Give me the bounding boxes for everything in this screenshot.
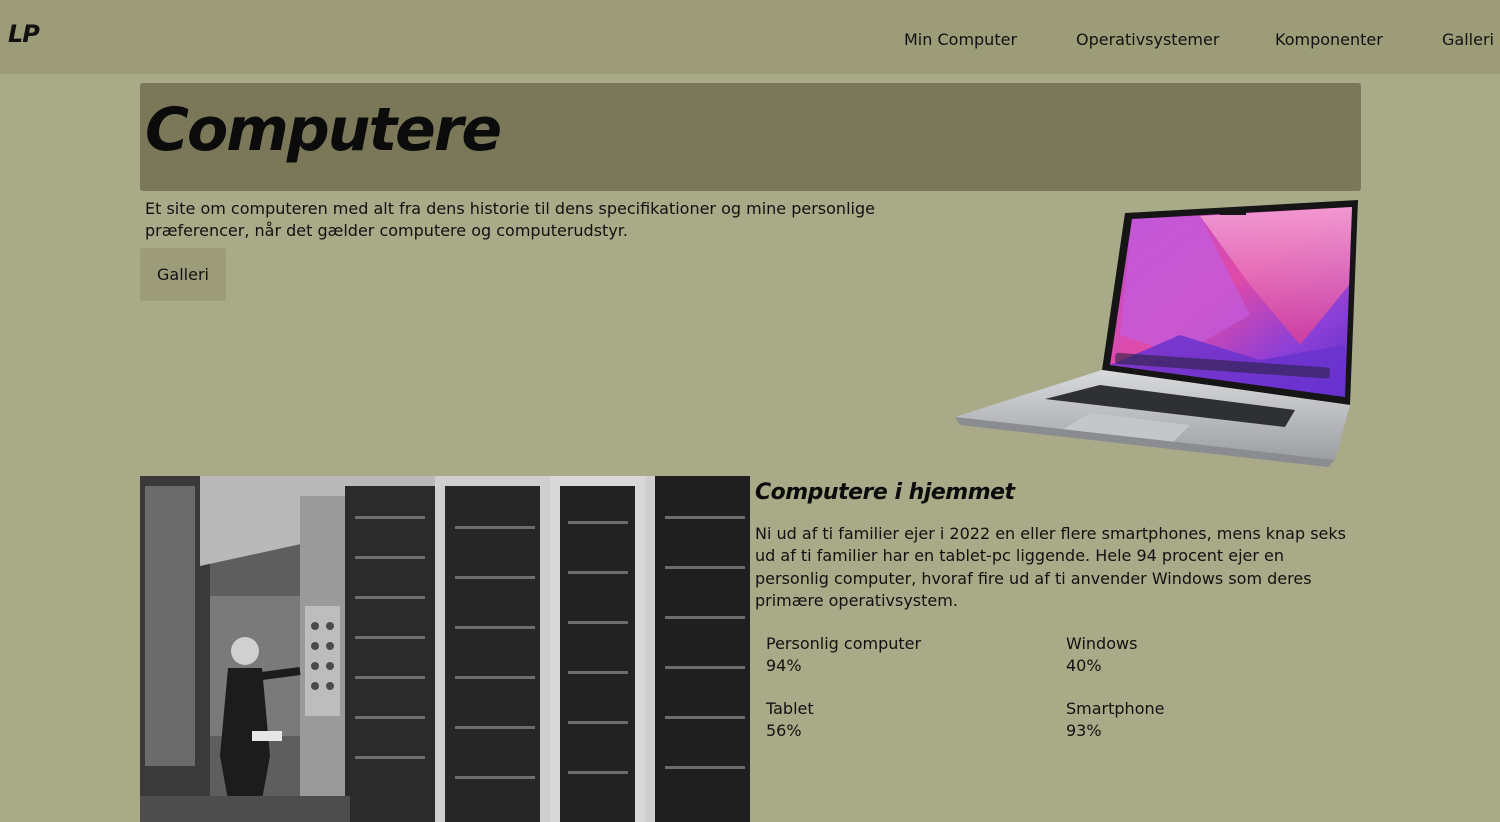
stat-personlig-computer: Personlig computer 94% [766, 633, 921, 677]
nav-link-operativsystemer[interactable]: Operativsystemer [1076, 30, 1219, 49]
stat-value: 94% [766, 656, 802, 675]
stat-value: 93% [1066, 721, 1102, 740]
intro-text: Et site om computeren med alt fra dens h… [145, 199, 875, 240]
gallery-button[interactable]: Galleri [140, 248, 226, 301]
site-logo[interactable]: LP [8, 20, 40, 48]
nav-link-komponenter[interactable]: Komponenter [1275, 30, 1383, 49]
nav-link-min-computer[interactable]: Min Computer [904, 30, 1017, 49]
stat-windows: Windows 40% [1066, 633, 1137, 677]
stat-label: Windows [1066, 634, 1138, 653]
stat-label: Personlig computer [766, 634, 922, 653]
laptop-image [955, 200, 1358, 467]
section-text: Ni ud af ti familier ejer i 2022 en elle… [755, 524, 1346, 610]
stat-label: Tablet [766, 699, 814, 718]
nav-link-galleri[interactable]: Galleri [1442, 30, 1494, 49]
section-title: Computere i hjemmet [755, 480, 1015, 505]
historic-computer-room-photo [140, 476, 750, 822]
stat-value: 40% [1066, 656, 1102, 675]
hero-banner: Computere [140, 83, 1361, 191]
stat-smartphone: Smartphone 93% [1066, 698, 1164, 742]
stat-value: 56% [766, 721, 802, 740]
stat-tablet: Tablet 56% [766, 698, 814, 742]
top-navigation-bar: LP Min Computer Operativsystemer Kompone… [0, 0, 1500, 74]
stat-label: Smartphone [1066, 699, 1165, 718]
page-title: Computere [145, 95, 502, 165]
